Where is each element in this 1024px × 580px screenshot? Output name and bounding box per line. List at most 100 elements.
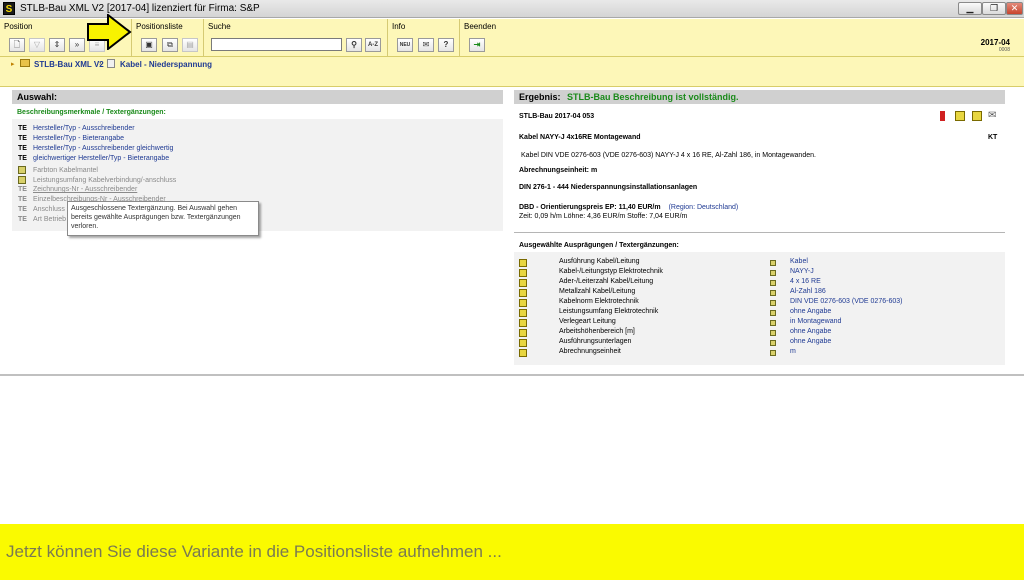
save-to-list-icon[interactable]: ▣ xyxy=(141,38,157,52)
option-icon xyxy=(18,166,26,174)
document-icon xyxy=(107,59,115,68)
check-icon xyxy=(770,300,776,306)
group-suche-label: Suche xyxy=(208,22,231,31)
forward-icon[interactable]: » xyxy=(69,38,85,52)
title-bar: S STLB-Bau XML V2 [2017-04] lizenziert f… xyxy=(0,0,1024,18)
row-value: ohne Angabe xyxy=(790,308,832,315)
list-item[interactable]: Farbton Kabelmantel xyxy=(18,166,98,176)
row-name: Kabel-/Leitungstyp Elektrotechnik xyxy=(559,268,663,275)
stlb-reference: STLB-Bau 2017-04 053 xyxy=(519,113,595,120)
option-icon xyxy=(519,309,527,317)
option-icon xyxy=(18,176,26,184)
list-item[interactable]: TE Anschluss xyxy=(18,206,65,216)
row-name: Verlegeart Leitung xyxy=(559,318,616,325)
breadcrumb-current[interactable]: Kabel - Niederspannung xyxy=(120,60,212,69)
folder-add-icon[interactable] xyxy=(955,111,965,121)
item-label: Hersteller/Typ - Ausschreibender gleichw… xyxy=(33,145,174,152)
row-name: Kabelnorm Elektrotechnik xyxy=(559,298,639,305)
short-title: Kabel NAYY-J 4x16RE Montagewand xyxy=(519,134,641,141)
table-row[interactable]: Verlegeart Leitung in Montagewand xyxy=(519,318,999,328)
help-icon[interactable]: ? xyxy=(438,38,454,52)
pane-separator[interactable] xyxy=(0,374,1024,376)
new-document-icon[interactable]: 🗋 xyxy=(9,38,25,52)
item-label: gleichwertiger Hersteller/Typ - Bieteran… xyxy=(33,155,170,162)
table-row[interactable]: Kabel-/Leitungstyp Elektrotechnik NAYY-J xyxy=(519,268,999,278)
row-name: Arbeitshöhenbereich [m] xyxy=(559,328,635,335)
instruction-text: Jetzt können Sie diese Variante in die P… xyxy=(6,542,502,561)
group-beenden-label: Beenden xyxy=(464,22,497,31)
option-icon xyxy=(519,289,527,297)
row-value: ohne Angabe xyxy=(790,328,832,335)
search-input[interactable] xyxy=(211,38,342,51)
news-button[interactable]: NEU xyxy=(397,38,413,52)
option-icon xyxy=(519,269,527,277)
toolbar: Position 🗋 ▽ ⇕ » ≡ Positionsliste ▣ ⧉ ▤ … xyxy=(0,14,1024,57)
row-value: in Montagewand xyxy=(790,318,842,325)
instruction-banner: Jetzt können Sie diese Variante in die P… xyxy=(0,524,1024,580)
row-name: Ader-/Leiterzahl Kabel/Leitung xyxy=(559,278,654,285)
table-row[interactable]: Arbeitshöhenbereich [m] ohne Angabe xyxy=(519,328,999,338)
row-value: Kabel xyxy=(790,258,808,265)
check-icon xyxy=(770,340,776,346)
mail-icon[interactable]: ✉ xyxy=(418,38,434,52)
row-value: Al-Zahl 186 xyxy=(790,288,826,295)
close-button[interactable]: ✕ xyxy=(1006,2,1023,15)
collapse-icon[interactable]: ⇕ xyxy=(49,38,65,52)
red-marker-icon[interactable] xyxy=(940,111,945,121)
check-icon xyxy=(770,290,776,296)
group-info: Info NEU ✉ ? xyxy=(388,19,460,57)
te-tag: TE xyxy=(18,155,27,162)
breadcrumb-root[interactable]: STLB-Bau XML V2 xyxy=(34,60,104,69)
mail-icon[interactable]: ✉ xyxy=(988,110,996,121)
price-detail: Zeit: 0,09 h/m Löhne: 4,36 EUR/m Stoffe:… xyxy=(519,213,688,220)
chevron-down-icon[interactable]: ▽ xyxy=(29,38,45,52)
list-item[interactable]: TE Hersteller/Typ - Ausschreibender gleic… xyxy=(18,145,173,155)
list-item[interactable]: TE Zeichnungs-Nr - Ausschreibender xyxy=(18,186,137,196)
table-row[interactable]: Kabelnorm Elektrotechnik DIN VDE 0276-603… xyxy=(519,298,999,308)
result-status: STLB-Bau Beschreibung ist vollständig. xyxy=(567,92,739,102)
table-row[interactable]: Ausführungsunterlagen ohne Angabe xyxy=(519,338,999,348)
binoculars-search-icon[interactable]: ⚲ xyxy=(346,38,362,52)
row-value: 4 x 16 RE xyxy=(790,278,821,285)
right-panel-header: Ergebnis: STLB-Bau Beschreibung ist voll… xyxy=(514,90,1005,104)
list-item[interactable]: TE Art Betrieb xyxy=(18,216,66,226)
list-item[interactable]: TE Hersteller/Typ - Bieterangabe xyxy=(18,135,124,145)
version-label: 2017-04 xyxy=(980,38,1010,47)
option-icon xyxy=(519,279,527,287)
item-label: Hersteller/Typ - Bieterangabe xyxy=(33,135,125,142)
check-icon xyxy=(770,260,776,266)
group-position-label: Position xyxy=(4,22,33,31)
exit-icon[interactable]: ⇥ xyxy=(469,38,485,52)
chevron-right-icon: › xyxy=(99,60,102,67)
copy-icon[interactable]: ⧉ xyxy=(162,38,178,52)
table-row[interactable]: Ausführung Kabel/Leitung Kabel xyxy=(519,258,999,268)
divider xyxy=(514,232,1005,233)
group-beenden: Beenden ⇥ xyxy=(460,19,500,57)
check-icon xyxy=(770,270,776,276)
list-item[interactable]: Leistungsumfang Kabelverbindung/-anschlu… xyxy=(18,176,176,186)
az-search-button[interactable]: A-Z xyxy=(365,38,381,52)
maximize-button[interactable]: ❐ xyxy=(982,2,1006,15)
table-row[interactable]: Ader-/Leiterzahl Kabel/Leitung 4 x 16 RE xyxy=(519,278,999,288)
option-icon xyxy=(519,259,527,267)
folder-edit-icon[interactable] xyxy=(972,111,982,121)
unit-code: KT xyxy=(988,134,998,141)
table-row[interactable]: Leistungsumfang Elektrotechnik ohne Angab… xyxy=(519,308,999,318)
option-icon xyxy=(519,329,527,337)
result-label: Ergebnis: xyxy=(519,92,561,102)
check-icon xyxy=(770,330,776,336)
te-tag: TE xyxy=(18,135,27,142)
window-title: STLB-Bau XML V2 [2017-04] lizenziert für… xyxy=(20,3,260,14)
list-item[interactable]: TE gleichwertiger Hersteller/Typ - Bieter… xyxy=(18,155,169,165)
left-subheader: Beschreibungsmerkmale / Textergänzungen: xyxy=(17,109,166,116)
table-row[interactable]: Abrechnungseinheit m xyxy=(519,348,999,358)
minimize-button[interactable]: ▁ xyxy=(958,2,982,15)
list-item[interactable]: TE Hersteller/Typ - Ausschreibender xyxy=(18,125,135,135)
item-label: Anschluss xyxy=(33,206,65,213)
paste-icon[interactable]: ▤ xyxy=(182,38,198,52)
table-row[interactable]: Metallzahl Kabel/Leitung Al-Zahl 186 xyxy=(519,288,999,298)
billing-unit: Abrechnungseinheit: m xyxy=(519,167,598,174)
din-classification: DIN 276-1 - 444 Niederspannungsinstallat… xyxy=(519,184,698,191)
tooltip: Ausgeschlossene Textergänzung. Bei Auswa… xyxy=(67,201,259,236)
option-icon xyxy=(519,319,527,327)
